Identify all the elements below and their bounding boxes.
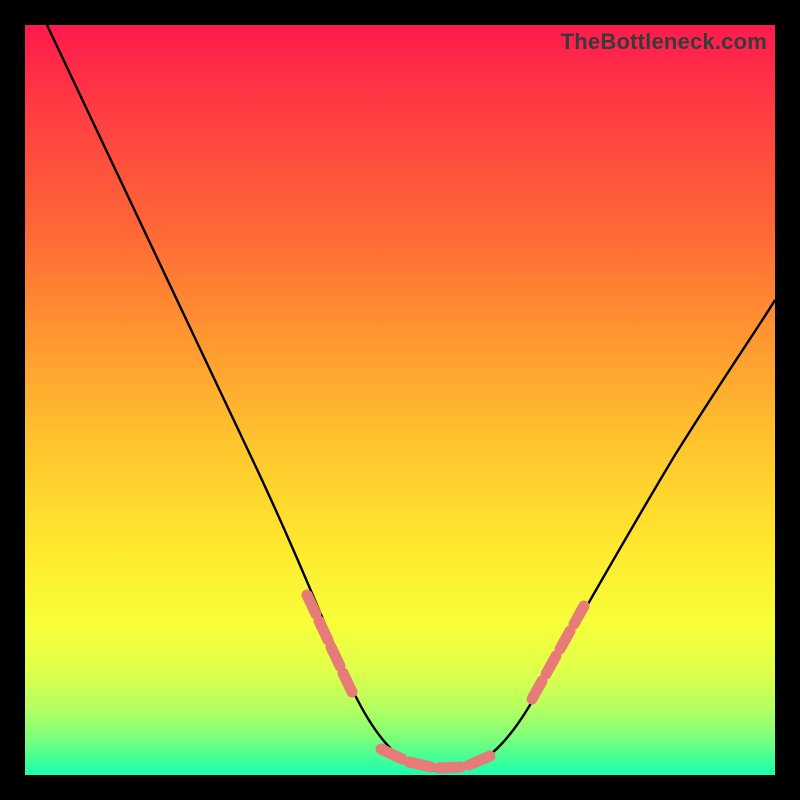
marker-dash bbox=[469, 756, 490, 765]
marker-dash bbox=[343, 673, 352, 692]
marker-dash bbox=[546, 656, 556, 674]
marker-dash bbox=[319, 621, 328, 640]
marker-dash bbox=[439, 767, 461, 768]
marker-dash bbox=[409, 762, 431, 767]
chart-plot-area: TheBottleneck.com bbox=[25, 25, 775, 775]
marker-group bbox=[307, 595, 584, 768]
marker-dash bbox=[331, 647, 340, 666]
marker-dash bbox=[532, 681, 542, 699]
marker-dash bbox=[381, 749, 402, 759]
chart-frame: TheBottleneck.com bbox=[0, 0, 800, 800]
marker-dash bbox=[560, 631, 570, 649]
chart-svg bbox=[25, 25, 775, 775]
bottleneck-curve bbox=[47, 25, 775, 771]
marker-dash bbox=[574, 606, 584, 624]
